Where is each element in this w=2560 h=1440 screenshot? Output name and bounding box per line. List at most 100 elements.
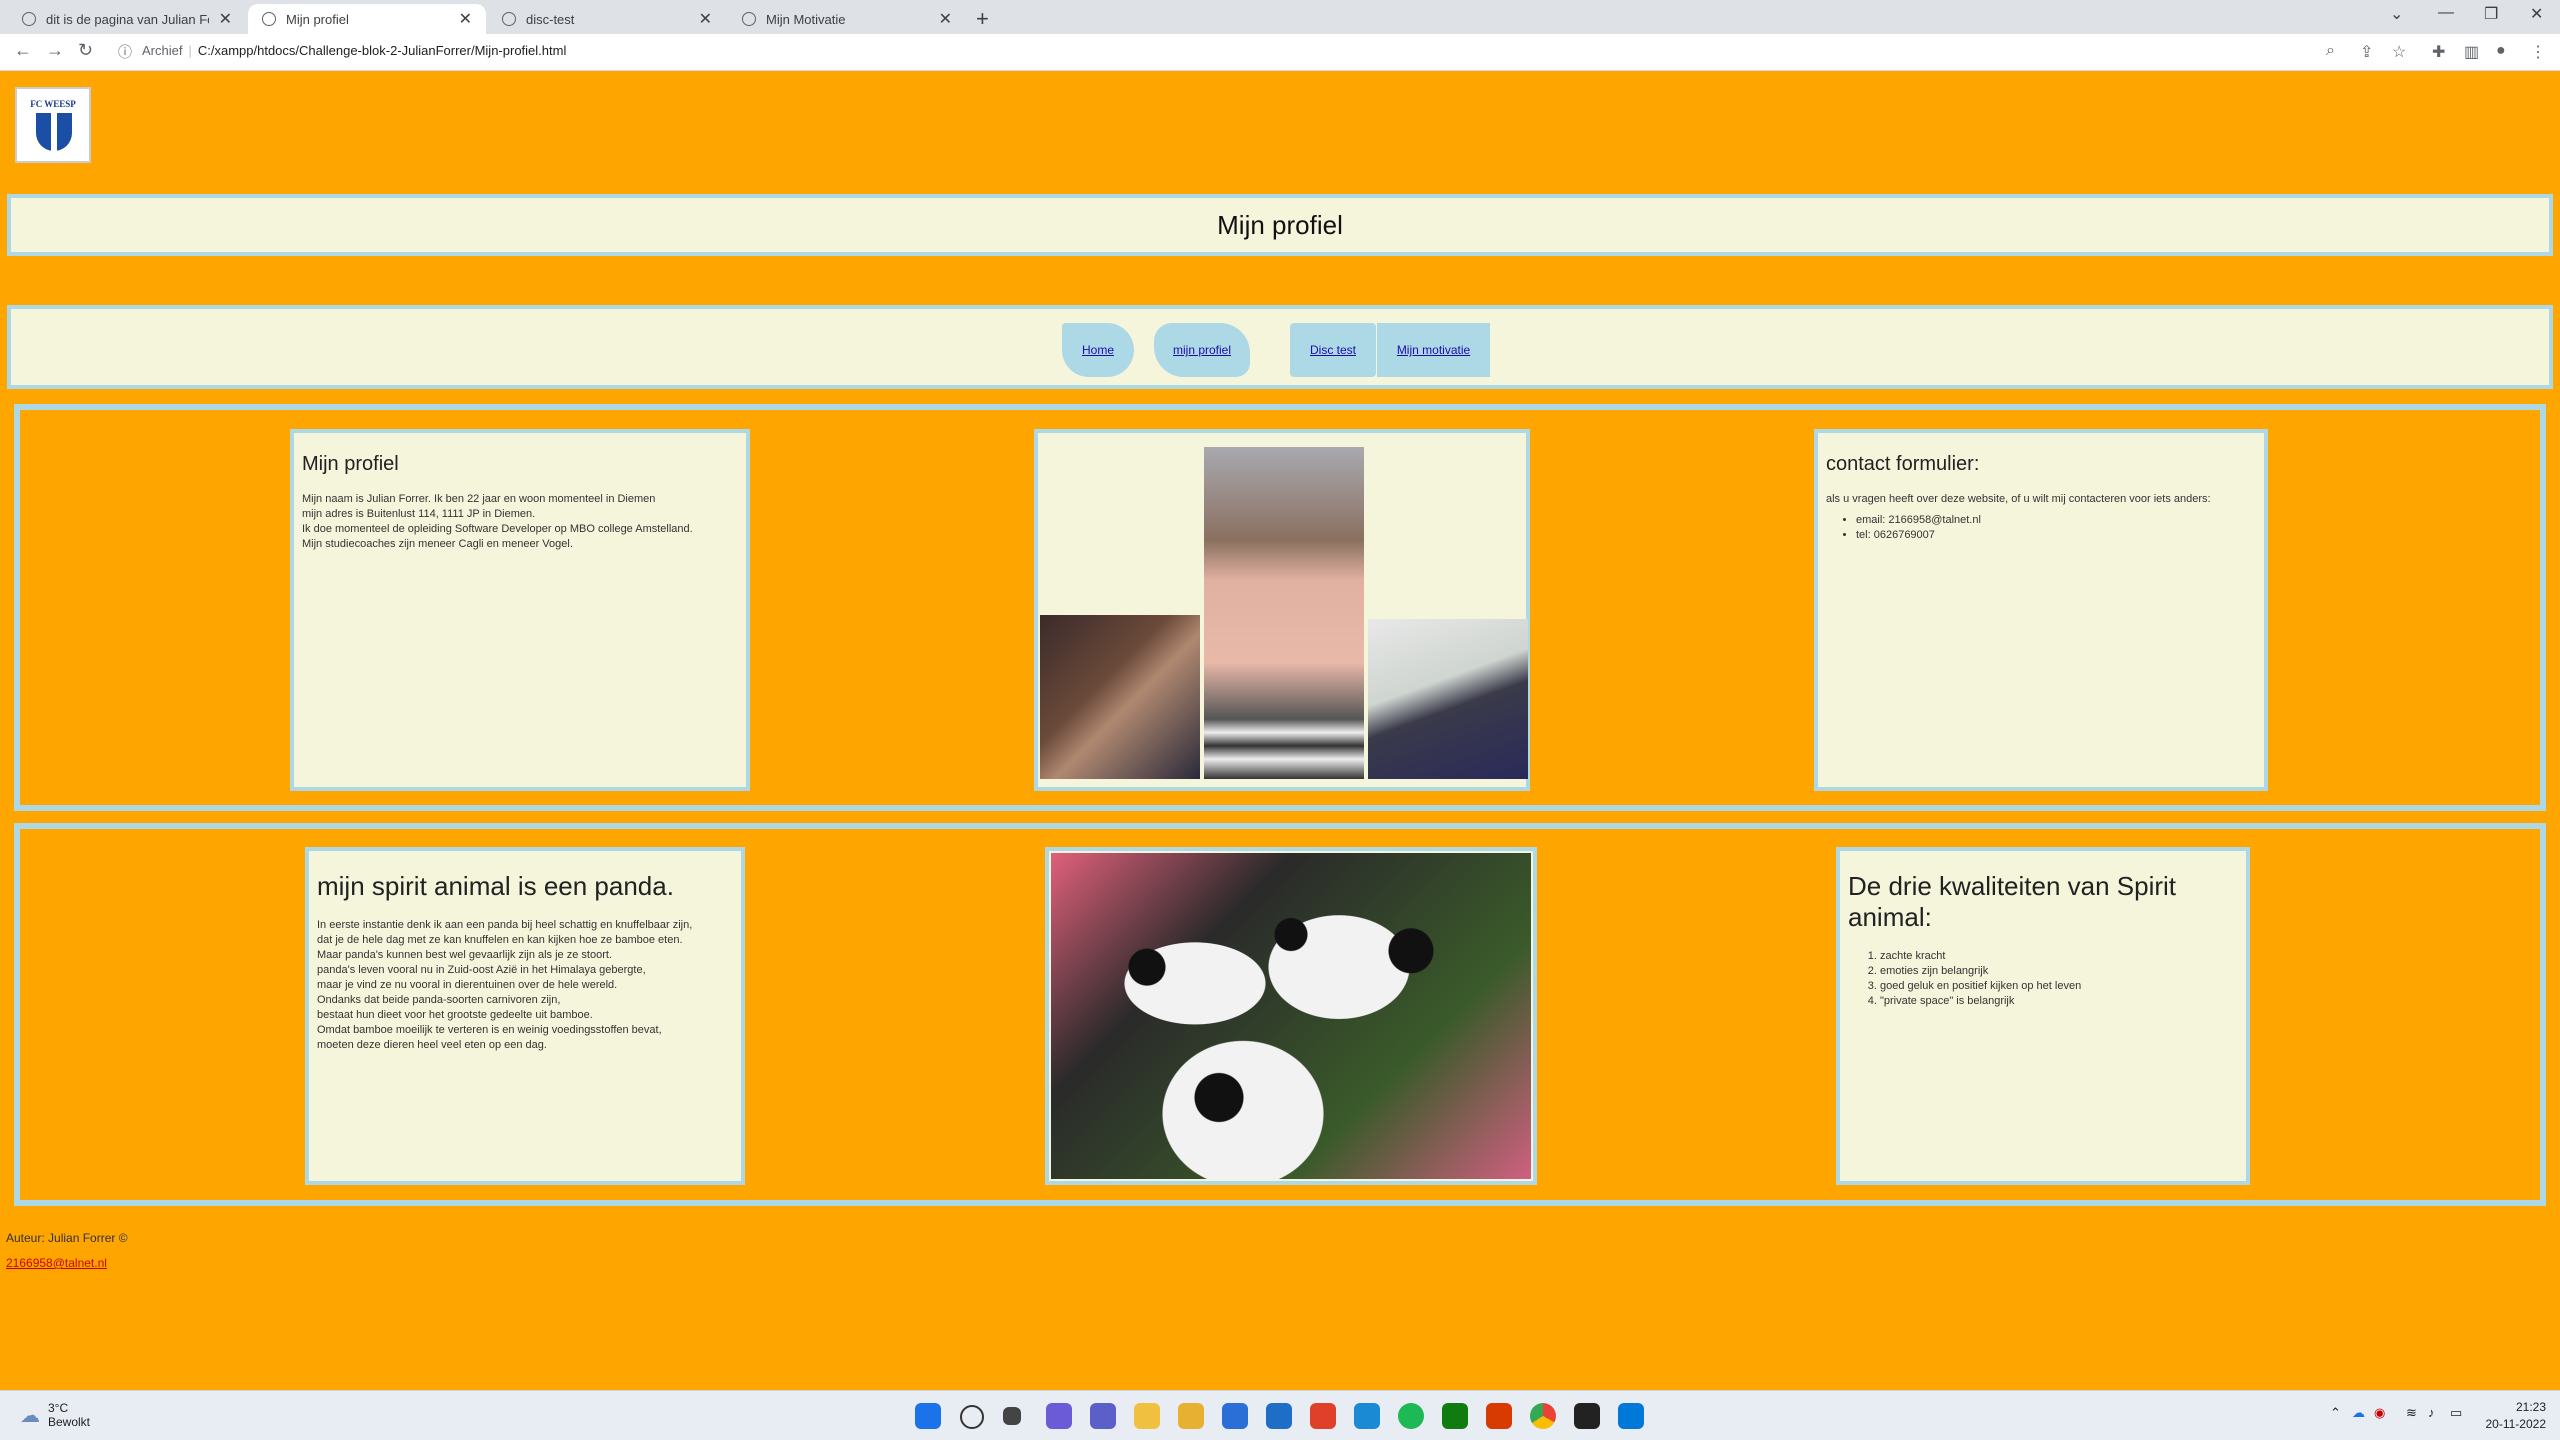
quality-item: goed geluk en positief kijken op het lev… — [1880, 979, 2238, 994]
browser-tab[interactable]: disc-test ✕ — [488, 4, 726, 34]
browser-tab-active[interactable]: Mijn profiel ✕ — [248, 4, 486, 34]
globe-icon — [502, 12, 516, 26]
spirit-animal-text: In eerste instantie denk ik aan een pand… — [317, 919, 693, 1051]
qualities-list: zachte kracht emoties zijn belangrijk go… — [1848, 949, 2238, 1009]
shield-icon — [36, 113, 72, 151]
quality-item: emoties zijn belangrijk — [1880, 964, 2238, 979]
chevron-up-icon[interactable]: ⌃ — [2330, 1405, 2341, 1421]
panda-photo — [1051, 853, 1531, 1179]
spirit-animal-card: mijn spirit animal is een panda. In eers… — [305, 847, 745, 1185]
minimize-button[interactable]: — — [2438, 4, 2454, 22]
url-scheme-label: Archief — [142, 43, 183, 58]
url-field[interactable]: Archief | C:/xampp/htdocs/Challenge-blok-2… — [142, 43, 566, 58]
mail-icon[interactable] — [1266, 1403, 1292, 1429]
security-icon[interactable]: ◉ — [2374, 1405, 2385, 1421]
wifi-icon[interactable]: ≋ — [2406, 1405, 2417, 1421]
share-icon[interactable]: ⇪ — [2360, 42, 2373, 62]
chat-icon[interactable] — [1046, 1403, 1072, 1429]
spirit-animal-section: mijn spirit animal is een panda. In eers… — [14, 823, 2546, 1206]
logo-text: FC WEESP — [30, 99, 76, 109]
office-app-icon[interactable] — [1486, 1403, 1512, 1429]
profile-icon[interactable]: ● — [2496, 42, 2506, 60]
maximize-button[interactable]: ❐ — [2484, 4, 2498, 24]
vscode-icon[interactable] — [1618, 1403, 1644, 1429]
tab-title: Mijn profiel — [286, 11, 349, 27]
xbox-icon[interactable] — [1442, 1403, 1468, 1429]
close-icon[interactable]: ✕ — [219, 9, 232, 29]
reload-icon[interactable]: ↻ — [78, 40, 93, 61]
explorer-icon[interactable] — [1134, 1403, 1160, 1429]
footer-email-link[interactable]: 2166958@talnet.nl — [6, 1256, 107, 1270]
club-logo: FC WEESP — [15, 87, 91, 163]
profile-section: Mijn profiel Mijn naam is Julian Forrer.… — [14, 404, 2546, 811]
url-path: C:/xampp/htdocs/Challenge-blok-2-JulianF… — [197, 43, 567, 58]
learning-icon[interactable] — [1354, 1403, 1380, 1429]
page-title: Mijn profiel — [7, 194, 2553, 256]
jetbrains-icon[interactable] — [1574, 1403, 1600, 1429]
address-bar: ← → ↻ ⓘ Archief | C:/xampp/htdocs/Challeng… — [0, 34, 2560, 71]
folder-icon[interactable] — [1178, 1403, 1204, 1429]
teams-icon[interactable] — [1090, 1403, 1116, 1429]
tab-search-icon[interactable]: ⌄ — [2390, 4, 2403, 24]
tab-title: Mijn Motivatie — [766, 11, 846, 27]
contact-heading: contact formulier: — [1826, 453, 1980, 475]
profile-card: Mijn profiel Mijn naam is Julian Forrer.… — [290, 429, 750, 791]
close-icon[interactable]: ✕ — [459, 9, 472, 29]
zoom-icon[interactable]: ⌕ — [2326, 42, 2335, 60]
close-window-button[interactable]: ✕ — [2530, 4, 2543, 24]
close-icon[interactable]: ✕ — [939, 9, 952, 29]
weather-temp: 3°C — [48, 1401, 69, 1415]
profile-heading: Mijn profiel — [302, 453, 399, 475]
photo-collage-card — [1034, 429, 1530, 791]
menu-icon[interactable]: ⋮ — [2530, 42, 2546, 62]
nav-link-mijn-profiel[interactable]: mijn profiel — [1154, 323, 1250, 377]
photo-friends — [1040, 615, 1200, 779]
spirit-animal-heading: mijn spirit animal is een panda. — [317, 871, 674, 901]
search-icon[interactable] — [960, 1405, 984, 1429]
onedrive-icon[interactable]: ☁ — [2352, 1405, 2365, 1421]
back-arrow-icon[interactable]: ← — [14, 40, 32, 61]
side-panel-icon[interactable]: ▥ — [2464, 42, 2479, 62]
close-icon[interactable]: ✕ — [699, 9, 712, 29]
nav-link-home[interactable]: Home — [1062, 323, 1134, 377]
nav-link-mijn-motivatie[interactable]: Mijn motivatie — [1377, 323, 1490, 377]
qualities-heading: De drie kwaliteiten van Spirit animal: — [1848, 871, 2177, 932]
bookmark-star-icon[interactable]: ☆ — [2392, 42, 2406, 62]
profile-text: Mijn naam is Julian Forrer. Ik ben 22 ja… — [302, 493, 693, 550]
task-view-icon[interactable] — [1003, 1407, 1021, 1425]
page-viewport: FC WEESP Mijn profiel Home mijn profiel … — [0, 71, 2560, 1390]
footer-author: Auteur: Julian Forrer © — [6, 1231, 128, 1245]
start-icon[interactable] — [915, 1403, 941, 1429]
photo-portrait — [1204, 447, 1364, 779]
info-icon[interactable]: ⓘ — [118, 42, 132, 62]
new-tab-button[interactable]: + — [976, 6, 989, 32]
extensions-icon[interactable]: ✚ — [2432, 42, 2445, 62]
volume-icon[interactable]: ♪ — [2428, 1405, 2435, 1420]
battery-icon[interactable]: ▭ — [2450, 1405, 2462, 1421]
taskbar: ☁ 3°C Bewolkt ⌃ ☁ ◉ ≋ ♪ ▭ 21:23 20-11-20… — [0, 1390, 2560, 1440]
globe-icon — [262, 12, 276, 26]
store-icon[interactable] — [1222, 1403, 1248, 1429]
office-icon[interactable] — [1310, 1403, 1336, 1429]
quality-item: zachte kracht — [1880, 949, 2238, 964]
panda-photo-card — [1045, 847, 1537, 1185]
clock-time: 21:23 — [2515, 1400, 2546, 1414]
globe-icon — [22, 12, 36, 26]
contact-email: email: 2166958@talnet.nl — [1856, 513, 2256, 528]
navigation-bar: Home mijn profiel Disc test Mijn motivat… — [7, 305, 2553, 389]
photo-selfie — [1368, 619, 1528, 779]
spotify-icon[interactable] — [1398, 1403, 1424, 1429]
forward-arrow-icon[interactable]: → — [46, 40, 64, 61]
globe-icon — [742, 12, 756, 26]
contact-list: email: 2166958@talnet.nl tel: 0626769007 — [1826, 513, 2256, 543]
browser-tab[interactable]: Mijn Motivatie ✕ — [728, 4, 966, 34]
system-clock[interactable]: 21:23 20-11-2022 — [2486, 1399, 2547, 1433]
weather-widget[interactable]: ☁ 3°C Bewolkt — [20, 1401, 90, 1429]
contact-intro: als u vragen heeft over deze website, of… — [1826, 493, 2211, 505]
nav-link-disc-test[interactable]: Disc test — [1290, 323, 1376, 377]
clock-date: 20-11-2022 — [2485, 1417, 2547, 1431]
quality-item: "private space" is belangrijk — [1880, 994, 2238, 1009]
browser-tab[interactable]: dit is de pagina van Julian Forrer ✕ — [8, 4, 246, 34]
tab-title: disc-test — [526, 11, 575, 27]
chrome-icon[interactable] — [1530, 1403, 1556, 1429]
